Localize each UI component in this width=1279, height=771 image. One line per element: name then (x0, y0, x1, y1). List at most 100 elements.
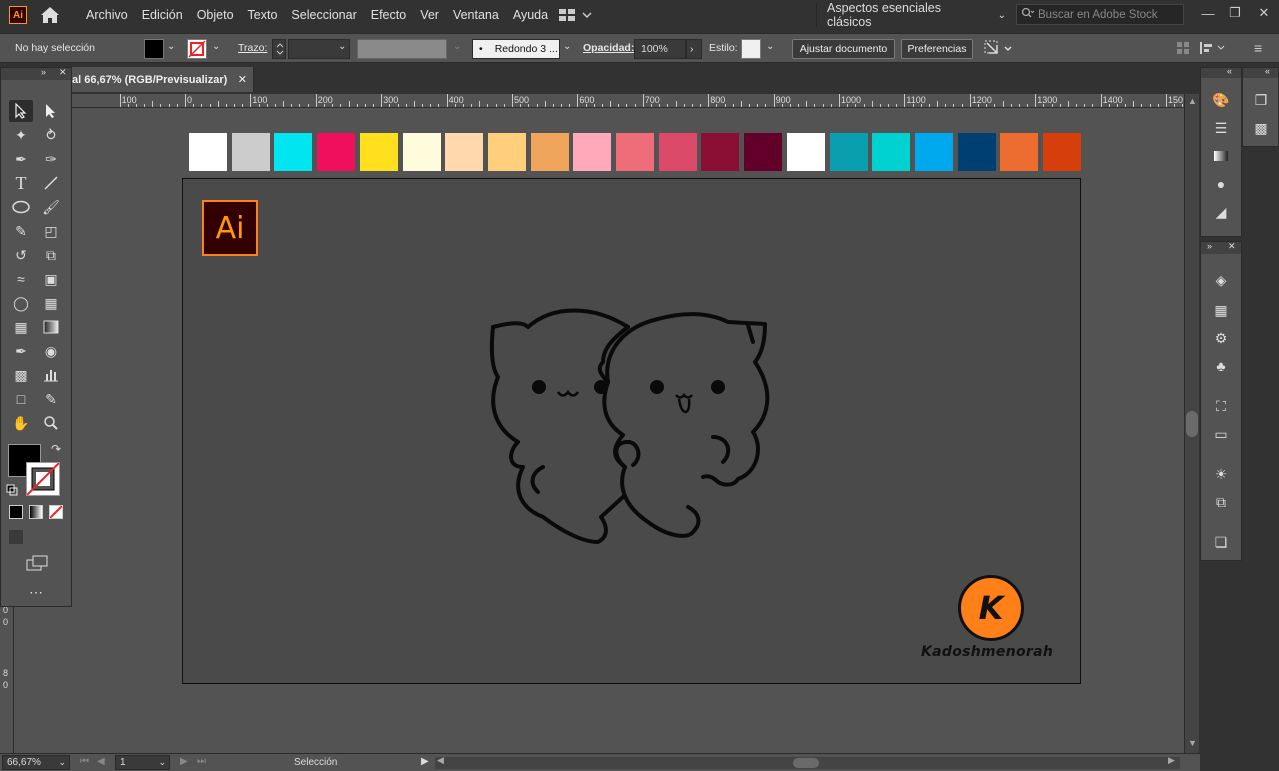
rotate-tool-icon[interactable]: ↺ (9, 244, 33, 266)
color-swatch[interactable] (957, 133, 996, 171)
artboards-panel-icon[interactable]: ▦ (1211, 300, 1231, 320)
scroll-up-icon[interactable]: ▲ (1188, 96, 1197, 106)
color-swatch[interactable] (658, 133, 697, 171)
panel-menu-icon[interactable]: ≡ (1254, 40, 1270, 56)
scroll-left-icon[interactable]: ◀ (437, 755, 444, 766)
close-panel-icon[interactable]: ✕ (1228, 241, 1236, 252)
panel-header[interactable]: » ✕ (1201, 241, 1241, 254)
gradient-mode-icon[interactable] (29, 505, 43, 519)
color-swatch[interactable] (487, 133, 526, 171)
appearance-panel-icon[interactable]: ◢ (1211, 202, 1231, 222)
curvature-tool-icon[interactable]: ✑ (39, 148, 63, 170)
color-guide-icon[interactable]: ☀ (1211, 464, 1231, 484)
transparency-panel-icon[interactable]: ● (1211, 174, 1231, 194)
minimize-icon[interactable]: — (1196, 3, 1220, 23)
expand-icon[interactable]: » (1207, 241, 1212, 251)
menu-edicion[interactable]: Edición (135, 8, 190, 22)
edit-toolbar-icon[interactable]: ⋯ (29, 584, 43, 601)
eraser-icon[interactable]: ◰ (39, 220, 63, 242)
color-swatch[interactable] (317, 133, 356, 171)
horizontal-scrollbar[interactable]: ◀ ▶ (435, 755, 1180, 769)
home-icon[interactable] (39, 5, 61, 25)
restore-icon[interactable]: ❐ (1223, 3, 1247, 23)
close-tab-icon[interactable]: ✕ (238, 73, 247, 86)
artboard[interactable]: Ai K (182, 178, 1081, 684)
scale-tool-icon[interactable]: ⧉ (39, 244, 63, 266)
type-tool-icon[interactable]: T (9, 172, 33, 194)
last-artboard-icon[interactable]: ⏭ (197, 756, 206, 767)
libraries-panel-icon[interactable]: ❐ (1251, 90, 1271, 110)
color-swatch[interactable] (231, 133, 270, 171)
first-artboard-icon[interactable]: ⏮ (80, 756, 89, 767)
pathfinder-panel-icon[interactable]: ❏ (1211, 532, 1231, 552)
gradient-panel-icon[interactable] (1211, 146, 1231, 166)
color-swatch[interactable] (914, 133, 953, 171)
graph-tool-icon[interactable] (39, 364, 63, 386)
menu-archivo[interactable]: Archivo (79, 8, 135, 22)
color-swatch[interactable] (573, 133, 612, 171)
draw-normal-icon[interactable] (9, 530, 23, 544)
graphic-style-swatch[interactable] (741, 39, 761, 59)
color-swatch[interactable] (189, 133, 227, 171)
variable-width-profile[interactable] (357, 39, 447, 59)
color-mode-icon[interactable] (9, 505, 23, 519)
scrollbar-thumb[interactable] (793, 758, 819, 768)
opacity-input[interactable]: 100% (634, 39, 686, 59)
collapse-icon[interactable]: » (41, 67, 46, 77)
artboard-tool-icon[interactable]: □ (9, 388, 33, 410)
opacity-label[interactable]: Opacidad: (583, 42, 634, 54)
artboard-number-dropdown[interactable]: 1 ⌄ (115, 755, 170, 770)
menu-ver[interactable]: Ver (413, 8, 446, 22)
color-swatch[interactable] (616, 133, 654, 171)
magic-wand-icon[interactable]: ✦ (9, 124, 33, 146)
scrollbar-thumb[interactable] (1186, 411, 1198, 437)
color-swatch[interactable] (359, 133, 398, 171)
stroke-label[interactable]: Trazo: (238, 42, 267, 54)
color-swatch[interactable] (786, 133, 825, 171)
stroke-color-box[interactable] (26, 462, 60, 496)
chevron-down-icon[interactable]: ⌄ (338, 41, 346, 52)
menu-efecto[interactable]: Efecto (364, 8, 413, 22)
document-tab[interactable]: al 66,67% (RGB/Previsualizar) ✕ (72, 67, 254, 92)
arrange-documents-icon[interactable] (558, 7, 594, 23)
close-icon[interactable]: ✕ (1252, 3, 1276, 23)
lasso-icon[interactable]: ⥁ (39, 124, 63, 146)
scroll-down-icon[interactable]: ▼ (1188, 738, 1197, 748)
none-mode-icon[interactable] (49, 505, 63, 519)
workspace-switcher[interactable]: Aspectos esenciales clásicos ⌄ (816, 1, 1006, 29)
menu-texto[interactable]: Texto (241, 8, 285, 22)
preferences-button[interactable]: Preferencias (901, 39, 973, 59)
stroke-weight-stepper[interactable] (272, 39, 286, 59)
menu-seleccionar[interactable]: Seleccionar (284, 8, 363, 22)
free-transform-icon[interactable]: ▣ (39, 268, 63, 290)
chevron-down-icon[interactable]: ⌄ (167, 41, 175, 52)
color-swatch[interactable] (445, 133, 484, 171)
color-panel-icon[interactable]: 🎨 (1211, 90, 1231, 110)
opacity-flyout-button[interactable]: › (686, 39, 702, 59)
next-artboard-icon[interactable]: ▶ (180, 756, 188, 767)
color-swatch[interactable] (1043, 133, 1081, 171)
stock-search-input[interactable]: Buscar en Adobe Stock (1016, 4, 1184, 25)
layers-panel-icon[interactable]: ◈ (1211, 270, 1231, 290)
fill-color-swatch[interactable] (144, 39, 164, 59)
zoom-dropdown[interactable]: 66,67% ⌄ (2, 755, 70, 770)
status-menu-icon[interactable]: ▶ (421, 756, 429, 767)
gradient-tool-icon[interactable] (39, 316, 63, 338)
hand-tool-icon[interactable]: ✋ (9, 412, 33, 434)
distribute-icon[interactable] (1198, 40, 1238, 56)
color-swatch[interactable] (530, 133, 569, 171)
color-swatch[interactable] (1000, 133, 1039, 171)
scroll-right-icon[interactable]: ▶ (1168, 755, 1175, 766)
default-colors-icon[interactable] (6, 484, 18, 496)
symbols-panel-icon[interactable]: ♣ (1211, 356, 1231, 376)
eyedropper-icon[interactable]: ✒ (9, 340, 33, 362)
draw-inside-icon[interactable] (49, 530, 63, 544)
properties-panel-icon[interactable]: ▩ (1251, 118, 1271, 138)
panel-header[interactable]: « (1243, 66, 1278, 78)
transform-panel-icon[interactable]: ⛶ (1211, 396, 1231, 416)
shaper-tool-icon[interactable]: ✎ (9, 220, 33, 242)
perspective-grid-icon[interactable]: ▦ (39, 292, 63, 314)
vertical-scrollbar[interactable]: ▲ ▼ (1184, 94, 1199, 753)
collapse-icon[interactable]: « (1265, 66, 1270, 76)
width-tool-icon[interactable]: ≈ (9, 268, 33, 290)
